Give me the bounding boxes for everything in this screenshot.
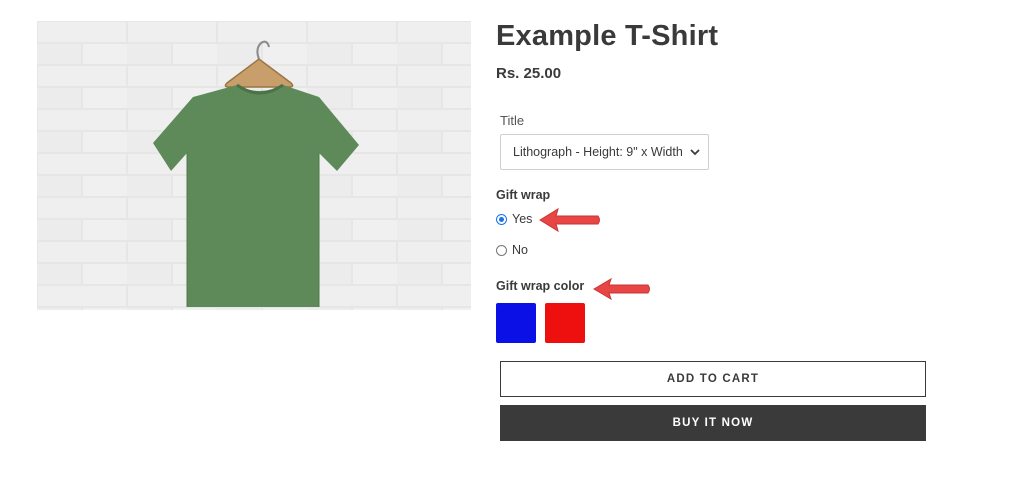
- annotation-arrow-icon: [593, 277, 650, 301]
- annotation-arrow-icon: [539, 207, 600, 233]
- variant-select[interactable]: Lithograph - Height: 9" x Width: 12": [500, 134, 709, 170]
- gift-wrap-heading: Gift wrap: [496, 188, 551, 202]
- buy-it-now-button[interactable]: BUY IT NOW: [500, 405, 926, 441]
- tshirt-photo: [37, 21, 471, 310]
- variant-selected-value: Lithograph - Height: 9" x Width: 12": [513, 145, 682, 159]
- product-price: Rs. 25.00: [496, 65, 562, 82]
- swatch-red[interactable]: [545, 303, 585, 343]
- gift-wrap-color-heading: Gift wrap color: [496, 279, 585, 293]
- radio-no-label: No: [512, 243, 528, 257]
- add-to-cart-button[interactable]: ADD TO CART: [500, 361, 926, 397]
- chevron-down-icon: [690, 149, 700, 156]
- radio-yes[interactable]: [496, 213, 507, 225]
- product-title: Example T-Shirt: [496, 20, 719, 52]
- product-image: [37, 21, 471, 310]
- gift-wrap-yes-option[interactable]: Yes: [496, 212, 532, 226]
- radio-yes-label: Yes: [512, 212, 533, 226]
- swatch-blue[interactable]: [496, 303, 536, 343]
- variant-label: Title: [500, 113, 525, 128]
- gift-wrap-no-option[interactable]: No: [496, 243, 528, 257]
- radio-no[interactable]: [496, 244, 507, 256]
